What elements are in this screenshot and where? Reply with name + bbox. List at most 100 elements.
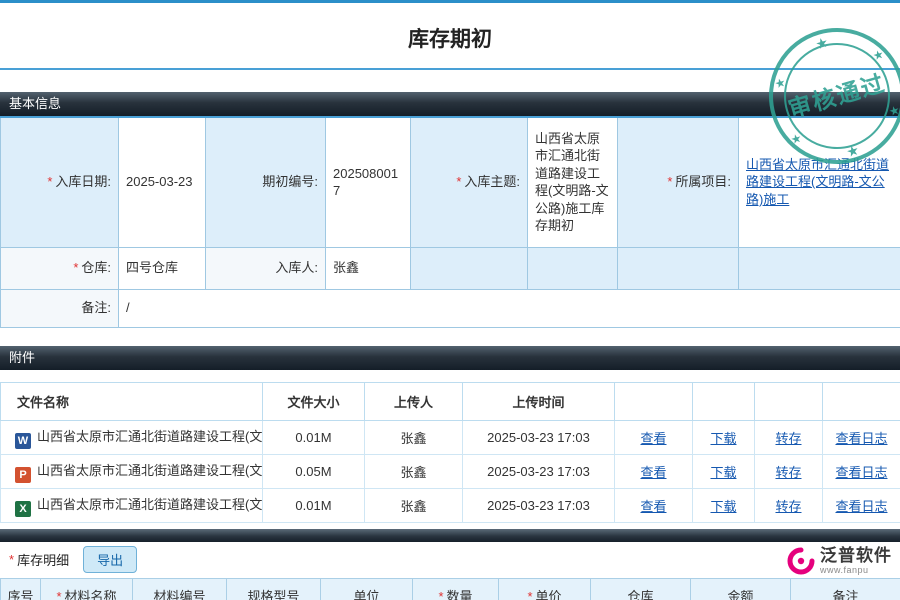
field-warehouse-label: *仓库: bbox=[1, 247, 119, 289]
inventory-detail-header-row: 序号 * 材料名称 材料编号 规格型号 单位 * 数量 *单价 仓库 bbox=[1, 578, 900, 600]
attachment-file-name-text: 山西省太原市汇通北街道路建设工程(文 bbox=[37, 463, 262, 478]
field-ruku-subject-value: 山西省太原市汇通北街道路建设工程(文明路-文公路)施工库存期初 bbox=[528, 117, 618, 247]
field-qichu-no-value: 2025080017 bbox=[326, 117, 411, 247]
grid-column-amount: 金额 bbox=[691, 578, 791, 600]
attachment-uploader: 张鑫 bbox=[365, 420, 463, 454]
field-warehouse-value: 四号仓库 bbox=[119, 247, 206, 289]
attachment-file-name: P 山西省太原市汇通北街道路建设工程(文 bbox=[1, 454, 263, 488]
grid-column-label: 单价 bbox=[536, 589, 562, 600]
required-marker: * bbox=[56, 589, 61, 600]
grid-column-unit-price: *单价 bbox=[499, 578, 591, 600]
download-link[interactable]: 下载 bbox=[710, 465, 736, 480]
attachment-row: W 山西省太原市汇通北街道路建设工程(文 0.01M 张鑫 2025-03-23 … bbox=[1, 420, 900, 454]
download-link[interactable]: 下载 bbox=[710, 431, 736, 446]
view-link[interactable]: 查看 bbox=[640, 499, 666, 514]
field-qichu-no-label: 期初编号: bbox=[206, 117, 326, 247]
grid-column-label: 单位 bbox=[353, 589, 379, 600]
field-ruku-subject-label: *入库主题: bbox=[411, 117, 528, 247]
field-ruku-person-label-text: 入库人: bbox=[275, 260, 318, 275]
save-as-link[interactable]: 转存 bbox=[775, 465, 801, 480]
attachment-upload-time: 2025-03-23 17:03 bbox=[463, 454, 615, 488]
attachments-header-actions bbox=[755, 382, 823, 420]
basic-info-table: *入库日期: 2025-03-23 期初编号: 2025080017 *入库主题… bbox=[0, 116, 900, 328]
grid-column-label: 数量 bbox=[447, 589, 473, 600]
grid-column-spec-model: 规格型号 bbox=[227, 578, 321, 600]
attachment-row: X山西省太原市汇通北街道路建设工程(文 0.01M 张鑫 2025-03-23 … bbox=[1, 488, 900, 522]
field-warehouse-label-text: 仓库: bbox=[81, 260, 111, 275]
section-basic-info-bar: 基本信息 bbox=[0, 92, 900, 116]
view-log-link[interactable]: 查看日志 bbox=[835, 465, 887, 480]
empty-cell bbox=[411, 247, 528, 289]
field-remark-value: / bbox=[119, 289, 900, 327]
ppt-file-icon: P bbox=[15, 467, 31, 483]
field-ruku-person-value: 张鑫 bbox=[326, 247, 411, 289]
field-ruku-subject-label-text: 入库主题: bbox=[464, 174, 520, 189]
attachments-header-actions bbox=[823, 382, 900, 420]
attachment-file-size: 0.05M bbox=[263, 454, 365, 488]
view-link[interactable]: 查看 bbox=[640, 431, 666, 446]
attachments-header-uploader: 上传人 bbox=[365, 382, 463, 420]
grid-column-material-name: * 材料名称 bbox=[41, 578, 133, 600]
attachment-uploader: 张鑫 bbox=[365, 454, 463, 488]
section-basic-info-title: 基本信息 bbox=[9, 96, 61, 111]
attachments-header-time: 上传时间 bbox=[463, 382, 615, 420]
empty-cell bbox=[528, 247, 618, 289]
view-log-link[interactable]: 查看日志 bbox=[835, 431, 887, 446]
attachment-file-size: 0.01M bbox=[263, 420, 365, 454]
view-log-link[interactable]: 查看日志 bbox=[835, 499, 887, 514]
vendor-logo-text: 泛普软件 www.fanpu bbox=[820, 547, 892, 576]
vendor-logo: 泛普软件 www.fanpu bbox=[786, 546, 892, 576]
word-file-icon: W bbox=[15, 433, 31, 449]
field-ruku-person-label: 入库人: bbox=[206, 247, 326, 289]
attachment-row: P 山西省太原市汇通北街道路建设工程(文 0.05M 张鑫 2025-03-23 … bbox=[1, 454, 900, 488]
field-project-value: 山西省太原市汇通北街道路建设工程(文明路-文公路)施工 bbox=[739, 117, 900, 247]
grid-column-quantity: * 数量 bbox=[413, 578, 499, 600]
field-qichu-no-label-text: 期初编号: bbox=[262, 174, 318, 189]
required-marker: * bbox=[456, 174, 461, 189]
page: 库存期初 审核通过 ★ ★ ★ ★ ★ ★ 基本信息 bbox=[0, 0, 900, 600]
required-marker: * bbox=[47, 174, 52, 189]
attachment-file-name-text: 山西省太原市汇通北街道路建设工程(文 bbox=[37, 429, 262, 444]
excel-file-icon: X bbox=[15, 501, 31, 517]
attachment-file-name: X山西省太原市汇通北街道路建设工程(文 bbox=[1, 488, 263, 522]
section-attachments-bar: 附件 bbox=[0, 346, 900, 370]
field-ruku-date-value: 2025-03-23 bbox=[119, 117, 206, 247]
grid-column-label: 材料名称 bbox=[65, 589, 117, 600]
attachments-header-actions bbox=[693, 382, 755, 420]
title-divider bbox=[0, 68, 900, 70]
vendor-brand: 泛普软件 bbox=[820, 547, 892, 566]
field-project-label-text: 所属项目: bbox=[675, 174, 731, 189]
attachments-header-size: 文件大小 bbox=[263, 382, 365, 420]
grid-column-label: 仓库 bbox=[627, 589, 653, 600]
attachments-header-row: 文件名称 文件大小 上传人 上传时间 bbox=[1, 382, 900, 420]
attachment-upload-time: 2025-03-23 17:03 bbox=[463, 420, 615, 454]
grid-column-warehouse: 仓库 bbox=[591, 578, 691, 600]
view-link[interactable]: 查看 bbox=[640, 465, 666, 480]
attachment-file-name: W 山西省太原市汇通北街道路建设工程(文 bbox=[1, 420, 263, 454]
download-link[interactable]: 下载 bbox=[710, 499, 736, 514]
grid-column-material-no: 材料编号 bbox=[133, 578, 227, 600]
grid-column-label: 金额 bbox=[727, 589, 753, 600]
grid-column-label: 备注 bbox=[832, 589, 858, 600]
save-as-link[interactable]: 转存 bbox=[775, 431, 801, 446]
required-marker: * bbox=[9, 552, 14, 567]
grid-column-label: 规格型号 bbox=[247, 589, 299, 600]
field-remark-label-text: 备注: bbox=[81, 300, 111, 315]
grid-column-remark: 备注 bbox=[791, 578, 900, 600]
attachment-upload-time: 2025-03-23 17:03 bbox=[463, 488, 615, 522]
inventory-detail-toolbar: * 库存明细 导出 bbox=[0, 542, 900, 578]
attachments-header-actions bbox=[615, 382, 693, 420]
save-as-link[interactable]: 转存 bbox=[775, 499, 801, 514]
attachments-header-name: 文件名称 bbox=[1, 382, 263, 420]
vendor-url: www.fanpu bbox=[820, 565, 892, 575]
attachments-table: 文件名称 文件大小 上传人 上传时间 W 山西省太原市汇通北街道路建设工程(文 0… bbox=[0, 382, 900, 523]
required-marker: * bbox=[438, 589, 443, 600]
attachment-file-size: 0.01M bbox=[263, 488, 365, 522]
field-ruku-date-label-text: 入库日期: bbox=[55, 174, 111, 189]
grid-column-label: 序号 bbox=[7, 589, 33, 600]
empty-cell bbox=[618, 247, 739, 289]
project-link[interactable]: 山西省太原市汇通北街道路建设工程(文明路-文公路)施工 bbox=[746, 157, 889, 207]
field-remark-label: 备注: bbox=[1, 289, 119, 327]
export-button[interactable]: 导出 bbox=[83, 546, 137, 573]
section-attachments-title: 附件 bbox=[9, 350, 35, 365]
